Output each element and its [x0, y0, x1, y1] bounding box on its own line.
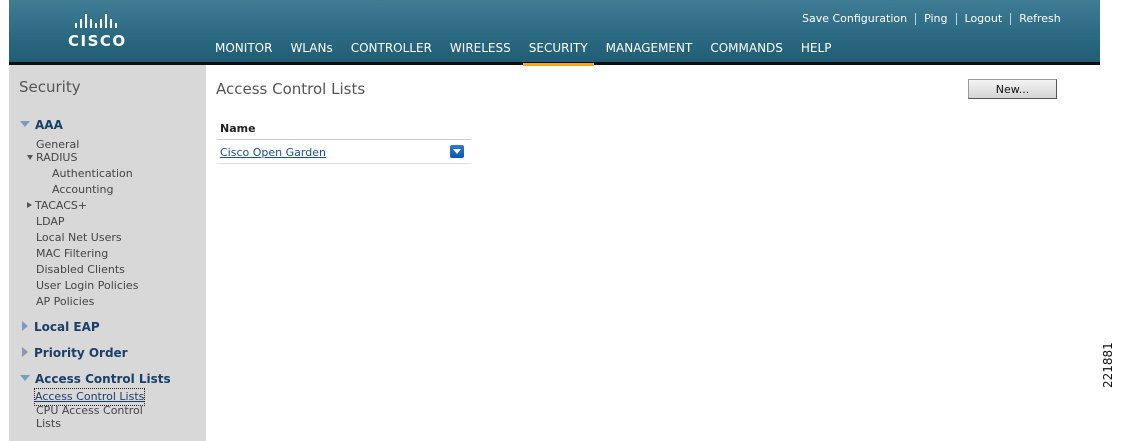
sidebar-item-tacacs[interactable]: TACACS+	[27, 198, 87, 214]
acl-table: Name Cisco Open Garden	[217, 118, 471, 164]
ping-link[interactable]: Ping	[924, 12, 947, 25]
sidebar-title: Security	[19, 78, 81, 96]
sidebar-item-access-control-lists[interactable]: Access Control Lists	[33, 388, 146, 406]
expanded-arrow-icon	[20, 121, 30, 127]
sidebar-section-aaa[interactable]: AAA	[20, 118, 63, 132]
sidebar: Security AAA General RADIUS Authenticati…	[9, 65, 206, 441]
tab-commands[interactable]: COMMANDS	[710, 41, 783, 59]
sidebar-section-local-eap[interactable]: Local EAP	[20, 320, 100, 334]
sidebar-item-ap-policies[interactable]: AP Policies	[36, 294, 94, 310]
expanded-arrow-icon	[27, 155, 33, 160]
tab-wireless[interactable]: WIRELESS	[450, 41, 511, 59]
table-row: Cisco Open Garden	[217, 140, 471, 164]
sidebar-item-disabled-clients[interactable]: Disabled Clients	[36, 262, 125, 278]
utility-separator	[915, 12, 917, 25]
utility-separator	[1010, 12, 1012, 25]
sidebar-item-ldap[interactable]: LDAP	[36, 214, 65, 230]
refresh-link[interactable]: Refresh	[1019, 12, 1061, 25]
sidebar-item-user-login-policies[interactable]: User Login Policies	[36, 278, 138, 294]
new-button[interactable]: New...	[968, 79, 1057, 99]
logo-text: CISCO	[68, 32, 127, 50]
app-frame: CISCO Save Configuration Ping Logout Ref…	[0, 0, 1100, 441]
acl-name-link[interactable]: Cisco Open Garden	[220, 146, 326, 159]
collapsed-arrow-icon	[22, 347, 28, 357]
sidebar-item-cpu-access-control-lists[interactable]: CPU Access Control Lists	[36, 404, 143, 430]
section-label: AAA	[35, 118, 63, 132]
figure-id: 221881	[1101, 342, 1115, 388]
item-label: TACACS+	[35, 199, 88, 212]
tab-monitor[interactable]: MONITOR	[215, 41, 272, 59]
utility-links: Save Configuration Ping Logout Refresh	[802, 12, 1061, 25]
page-title: Access Control Lists	[216, 80, 366, 98]
tab-wlans[interactable]: WLANs	[290, 41, 332, 59]
sidebar-item-accounting[interactable]: Accounting	[52, 182, 113, 198]
sidebar-item-mac-filtering[interactable]: MAC Filtering	[36, 246, 108, 262]
cisco-logo: CISCO	[68, 12, 138, 54]
section-label: Access Control Lists	[35, 372, 171, 386]
collapsed-arrow-icon	[22, 321, 28, 331]
tab-security[interactable]: SECURITY	[522, 41, 594, 66]
sidebar-section-priority-order[interactable]: Priority Order	[20, 346, 128, 360]
tab-controller[interactable]: CONTROLLER	[351, 41, 432, 59]
sidebar-item-radius[interactable]: RADIUS	[27, 150, 77, 166]
sidebar-item-authentication[interactable]: Authentication	[52, 166, 133, 182]
item-label: RADIUS	[36, 151, 78, 164]
section-label: Priority Order	[34, 346, 128, 360]
main-nav: MONITOR WLANs CONTROLLER WIRELESS SECURI…	[215, 41, 849, 66]
dropdown-arrow-icon[interactable]	[450, 145, 464, 158]
tab-help[interactable]: HELP	[801, 41, 832, 59]
sidebar-section-access-control-lists[interactable]: Access Control Lists	[20, 372, 171, 386]
sidebar-item-local-net-users[interactable]: Local Net Users	[36, 230, 122, 246]
utility-separator	[955, 12, 957, 25]
cisco-bridge-icon	[75, 12, 138, 28]
section-label: Local EAP	[34, 320, 100, 334]
save-configuration-link[interactable]: Save Configuration	[802, 12, 907, 25]
tab-management[interactable]: MANAGEMENT	[606, 41, 693, 59]
column-header-name: Name	[217, 118, 471, 140]
item-label-line1: CPU Access Control	[36, 404, 143, 417]
expanded-arrow-icon	[20, 375, 30, 381]
item-label-line2: Lists	[36, 417, 61, 430]
logout-link[interactable]: Logout	[965, 12, 1003, 25]
collapsed-arrow-icon	[27, 202, 32, 208]
